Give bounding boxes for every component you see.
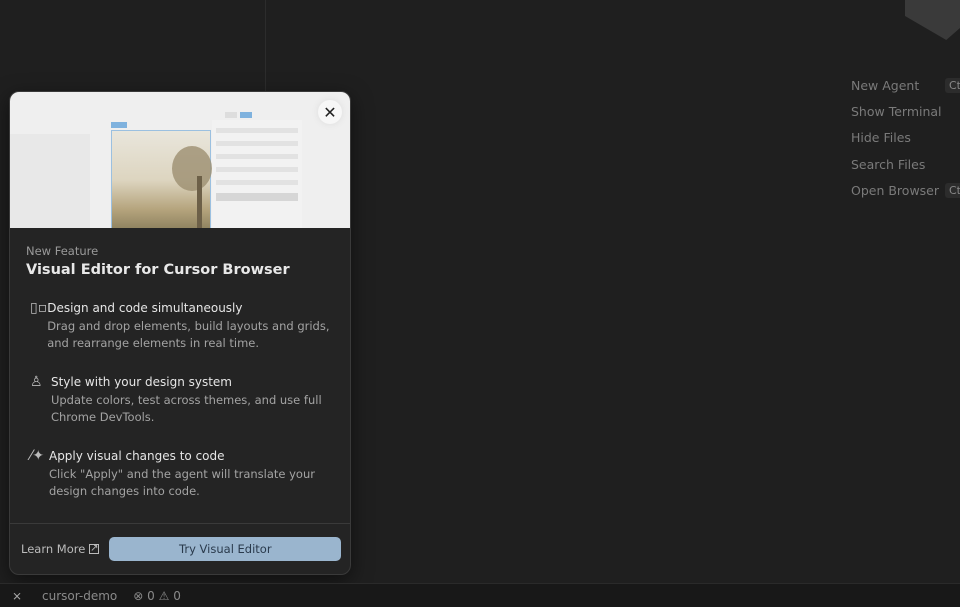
dialog-kicker: New Feature bbox=[26, 244, 99, 258]
feature-description: Update colors, test across themes, and u… bbox=[50, 393, 322, 424]
warning-count: 0 bbox=[173, 588, 181, 603]
shortcut-new-agent[interactable]: New Agent Ct bbox=[851, 72, 960, 98]
status-bar: ⨯ cursor-demo ⊗ 0 ⚠ 0 bbox=[0, 583, 960, 607]
feature-description: Click "Apply" and the agent will transla… bbox=[48, 467, 315, 498]
landscape-image bbox=[111, 130, 212, 228]
panel-divider bbox=[265, 0, 266, 95]
paint-bucket-icon: ♙ bbox=[30, 374, 43, 390]
project-name[interactable]: cursor-demo bbox=[42, 589, 117, 603]
error-icon: ⊗ bbox=[133, 588, 144, 603]
feature-title: Apply visual changes to code bbox=[48, 449, 225, 463]
tree-canopy bbox=[172, 146, 212, 191]
learn-more-link[interactable]: Learn More ↗ bbox=[21, 542, 100, 556]
preview-apply-button bbox=[240, 112, 252, 118]
feature-dialog: ✕ New Feature Visual Editor for Cursor B… bbox=[9, 91, 351, 575]
feature-description: Drag and drop elements, build layouts an… bbox=[47, 319, 330, 350]
external-link-icon: ↗ bbox=[89, 543, 100, 554]
remote-icon[interactable]: ⨯ bbox=[0, 589, 34, 603]
shortcut-key: Ct bbox=[945, 182, 960, 198]
preview-element-tag bbox=[111, 122, 127, 128]
preview-button bbox=[225, 112, 237, 118]
feature-item: ▯▫ Design and code simultaneously Drag an… bbox=[26, 300, 334, 352]
feature-title: Design and code simultaneously bbox=[47, 301, 243, 315]
dialog-footer: Learn More ↗ Try Visual Editor bbox=[10, 523, 350, 574]
magic-wand-icon: ⁄✦ bbox=[30, 448, 45, 464]
preview-sidebar bbox=[10, 134, 90, 228]
try-visual-editor-button[interactable]: Try Visual Editor bbox=[109, 537, 342, 561]
dialog-title: Visual Editor for Cursor Browser bbox=[26, 262, 290, 278]
close-icon: ✕ bbox=[323, 102, 337, 122]
shortcut-search-files[interactable]: Search Files bbox=[851, 151, 942, 177]
tree-trunk bbox=[197, 176, 202, 228]
cursor-logo bbox=[905, 0, 960, 40]
feature-item: ♙ Style with your design system Update co… bbox=[26, 374, 334, 426]
warning-icon: ⚠ bbox=[158, 588, 170, 603]
problems-indicator[interactable]: ⊗ 0 ⚠ 0 bbox=[133, 589, 181, 603]
feature-item: ⁄✦ Apply visual changes to code Click "Ap… bbox=[26, 448, 334, 500]
close-button[interactable]: ✕ bbox=[318, 100, 342, 124]
shortcut-key: Ct bbox=[945, 77, 960, 93]
feature-title: Style with your design system bbox=[50, 375, 232, 389]
error-count: 0 bbox=[147, 588, 155, 603]
shortcut-hide-files[interactable]: Hide Files bbox=[851, 125, 942, 151]
shortcut-open-browser[interactable]: Open Browser Ct bbox=[851, 177, 960, 203]
shortcut-list: New Agent Ct Show Terminal Hide Files Sea… bbox=[851, 72, 960, 203]
shortcut-show-terminal[interactable]: Show Terminal bbox=[851, 98, 942, 124]
preview-settings-panel bbox=[212, 120, 302, 228]
layout-icon: ▯▫ bbox=[30, 300, 48, 316]
feature-preview-image: ✕ bbox=[10, 92, 350, 228]
learn-more-label: Learn More bbox=[21, 542, 86, 556]
